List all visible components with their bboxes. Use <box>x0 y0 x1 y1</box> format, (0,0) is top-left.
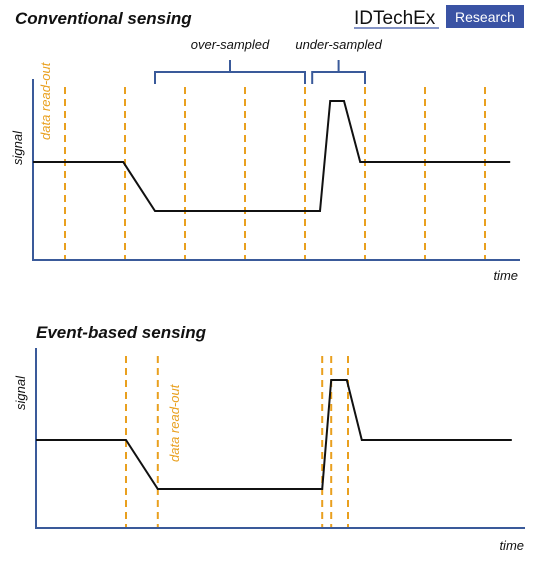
annotation-label: over-sampled <box>191 37 270 52</box>
x-axis-label: time <box>493 268 518 283</box>
conventional-sensing-chart: Conventional sensing signal time data re… <box>10 9 520 283</box>
chart-title: Conventional sensing <box>15 9 192 28</box>
readout-label: data read-out <box>38 61 53 140</box>
bracket-under-sampled <box>311 60 366 84</box>
bracket-over-sampled <box>154 60 306 84</box>
chart-title: Event-based sensing <box>36 323 207 342</box>
annotation-label: under-sampled <box>295 37 382 52</box>
readout-label: data read-out <box>167 383 182 462</box>
signal-line <box>36 379 512 490</box>
y-axis-label: signal <box>13 375 28 410</box>
diagram-canvas: IDTechEx Research Conventional sensing s… <box>10 5 525 553</box>
event-based-sensing-chart: Event-based sensing signal time data rea… <box>13 323 525 553</box>
logo-brand: IDTechEx <box>354 8 436 29</box>
x-axis-label: time <box>499 538 524 553</box>
y-axis-label: signal <box>10 130 25 165</box>
signal-line <box>33 100 511 212</box>
logo-tag: Research <box>455 9 515 25</box>
logo: IDTechEx Research <box>354 5 524 29</box>
